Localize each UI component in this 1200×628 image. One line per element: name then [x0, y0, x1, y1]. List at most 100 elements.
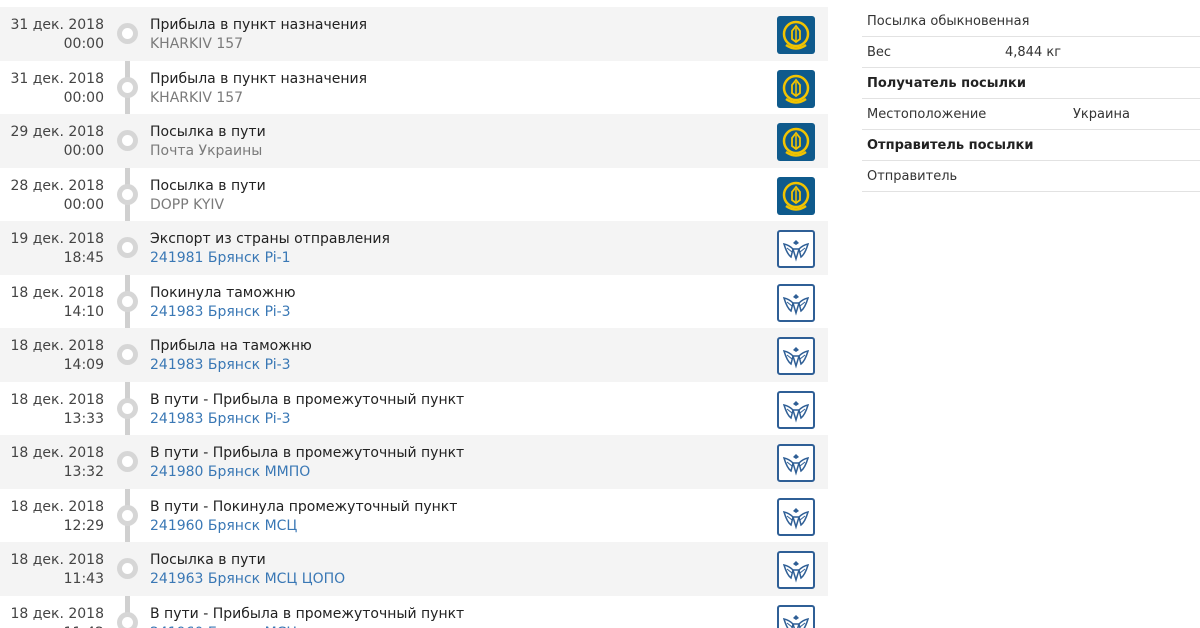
- timeline-event-row: 18 дек. 2018 13:33 В пути - Прибыла в пром…: [0, 382, 828, 436]
- event-time: 00:00: [63, 89, 104, 106]
- timeline-event-row: 18 дек. 2018 11:43 Посылка в пути 241963 Бр…: [0, 542, 828, 596]
- event-place-link[interactable]: 241983 Брянск Pi-3: [150, 303, 295, 322]
- russian-post-logo-icon: [777, 390, 815, 429]
- event-place-link[interactable]: 241983 Брянск Pi-3: [150, 410, 464, 429]
- event-time: 18:45: [63, 250, 104, 266]
- ukrposhta-logo-icon: [777, 69, 815, 108]
- event-details: В пути - Прибыла в промежуточный пункт 24…: [150, 444, 464, 482]
- russian-post-logo-icon: [777, 444, 815, 482]
- location-row: Местоположение Украина: [862, 99, 1200, 130]
- event-time: 13:32: [63, 464, 104, 480]
- timeline-node-icon: [117, 23, 138, 44]
- event-date: 28 дек. 2018: [10, 177, 104, 194]
- event-status: Прибыла на таможню: [150, 338, 312, 354]
- event-date: 18 дек. 2018: [10, 552, 104, 568]
- recipient-heading: Получатель посылки: [867, 76, 1026, 91]
- recipient-heading-row: Получатель посылки: [862, 68, 1200, 99]
- event-date: 18 дек. 2018: [10, 391, 104, 408]
- event-place-link[interactable]: 241983 Брянск Pi-3: [150, 356, 312, 375]
- timeline-node-icon: [117, 558, 138, 579]
- event-place: Почта Украины: [150, 143, 263, 159]
- event-status: Экспорт из страны отправления: [150, 231, 390, 247]
- event-details: В пути - Прибыла в промежуточный пункт 24…: [150, 605, 464, 628]
- timeline-event-row: 29 дек. 2018 00:00 Посылка в пути Почта Укр…: [0, 114, 828, 168]
- event-place-link[interactable]: 241981 Брянск Pi-1: [150, 249, 390, 268]
- event-status: Посылка в пути: [150, 124, 266, 140]
- event-datetime: 31 дек. 2018 00:00: [0, 16, 104, 54]
- sender-row: Отправитель: [862, 161, 1200, 192]
- sender-heading-row: Отправитель посылки: [862, 130, 1200, 161]
- event-datetime: 18 дек. 2018 11:43: [0, 551, 104, 589]
- event-time: 14:09: [63, 357, 104, 373]
- ukrposhta-logo-icon: [777, 176, 815, 215]
- event-details: Прибыла в пункт назначения KHARKIV 157: [150, 70, 367, 108]
- event-time: 00:00: [63, 196, 104, 213]
- event-time: 00:00: [63, 143, 104, 159]
- event-time: 00:00: [63, 36, 104, 52]
- event-details: Экспорт из страны отправления 241981 Брян…: [150, 230, 390, 268]
- event-status: Покинула таможню: [150, 284, 296, 301]
- event-datetime: 18 дек. 2018 14:09: [0, 337, 104, 375]
- timeline-event-row: 31 дек. 2018 00:00 Прибыла в пункт назначе…: [0, 61, 828, 115]
- russian-post-logo-icon: [777, 230, 815, 268]
- event-date: 18 дек. 2018: [10, 338, 104, 354]
- event-details: Посылка в пути Почта Украины: [150, 123, 266, 161]
- event-details: В пути - Прибыла в промежуточный пункт 24…: [150, 391, 464, 429]
- event-status: В пути - Прибыла в промежуточный пункт: [150, 445, 465, 461]
- event-datetime: 18 дек. 2018 11:42: [0, 605, 104, 628]
- timeline-node-icon: [117, 611, 138, 628]
- parcel-type-row: Посылка обыкновенная: [862, 6, 1200, 37]
- timeline-event-row: 31 дек. 2018 00:00 Прибыла в пункт назначе…: [0, 7, 828, 61]
- weight-label: Вес: [867, 45, 892, 60]
- event-datetime: 18 дек. 2018 13:33: [0, 391, 104, 429]
- event-details: Прибыла на таможню 241983 Брянск Pi-3: [150, 337, 312, 375]
- timeline-node-icon: [117, 397, 138, 419]
- ukrposhta-logo-icon: [777, 16, 815, 54]
- timeline-node-icon: [117, 183, 138, 205]
- event-status: Посылка в пути: [150, 552, 266, 568]
- event-datetime: 19 дек. 2018 18:45: [0, 230, 104, 268]
- event-place: DOPP KYIV: [150, 196, 225, 213]
- event-time: 14:10: [63, 303, 104, 320]
- event-status: В пути - Прибыла в промежуточный пункт: [150, 391, 465, 408]
- event-place: KHARKIV 157: [150, 89, 244, 106]
- sender-heading: Отправитель посылки: [867, 138, 1034, 153]
- event-time: 13:33: [63, 410, 104, 427]
- event-datetime: 28 дек. 2018 00:00: [0, 177, 104, 215]
- russian-post-logo-icon: [777, 604, 815, 628]
- event-place-link[interactable]: 241960 Брянск МСЦ: [150, 517, 457, 536]
- timeline-node-icon: [117, 290, 138, 312]
- timeline-node-icon: [117, 504, 138, 526]
- event-datetime: 31 дек. 2018 00:00: [0, 70, 104, 108]
- event-status: Прибыла в пункт назначения: [150, 17, 367, 33]
- russian-post-logo-icon: [777, 551, 815, 589]
- event-place-link[interactable]: 241960 Брянск МСЦ: [150, 624, 464, 628]
- tracking-page: 31 дек. 2018 00:00 Прибыла в пункт назначе…: [0, 0, 1200, 628]
- timeline-node-icon: [117, 451, 138, 472]
- event-details: В пути - Покинула промежуточный пункт 241…: [150, 498, 457, 536]
- event-time: 11:43: [63, 571, 104, 587]
- event-status: В пути - Покинула промежуточный пункт: [150, 498, 458, 515]
- timeline-node-icon: [117, 344, 138, 365]
- event-date: 19 дек. 2018: [10, 231, 104, 247]
- event-place: KHARKIV 157: [150, 36, 244, 52]
- event-status: Посылка в пути: [150, 177, 266, 194]
- event-datetime: 18 дек. 2018 14:10: [0, 284, 104, 322]
- event-details: Прибыла в пункт назначения KHARKIV 157: [150, 16, 367, 54]
- timeline-node-icon: [117, 76, 138, 98]
- event-time: 11:42: [0, 624, 104, 628]
- event-place-link[interactable]: 241980 Брянск ММПО: [150, 463, 464, 482]
- timeline-event-row: 28 дек. 2018 00:00 Посылка в пути DOPP KYIV: [0, 168, 828, 222]
- timeline-node-icon: [117, 130, 138, 151]
- event-datetime: 18 дек. 2018 13:32: [0, 444, 104, 482]
- event-status: Прибыла в пункт назначения: [150, 70, 367, 87]
- timeline-event-row: 18 дек. 2018 14:10 Покинула таможню 241983 …: [0, 275, 828, 329]
- location-label: Местоположение: [867, 107, 987, 122]
- event-details: Покинула таможню 241983 Брянск Pi-3: [150, 284, 295, 322]
- event-datetime: 29 дек. 2018 00:00: [0, 123, 104, 161]
- event-place-link[interactable]: 241963 Брянск МСЦ ЦОПО: [150, 570, 345, 589]
- parcel-info-panel: Посылка обыкновенная Вес 4,844 кг Получа…: [862, 6, 1200, 192]
- event-date: 18 дек. 2018: [10, 605, 104, 622]
- event-date: 18 дек. 2018: [10, 498, 104, 515]
- event-date: 31 дек. 2018: [10, 17, 104, 33]
